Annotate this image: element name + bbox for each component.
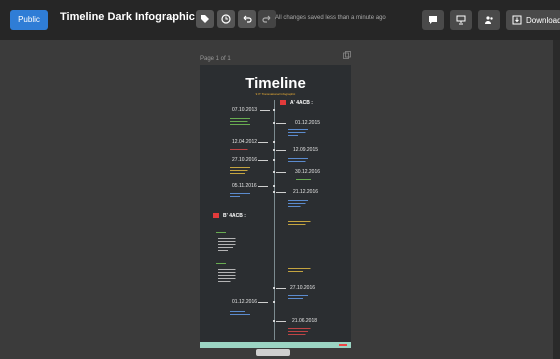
comment-button[interactable]	[422, 10, 444, 30]
flag-icon	[213, 213, 219, 218]
timeline-date: 27.10.2016	[290, 285, 316, 291]
step-paragraph: ▬▬▬▬▬▬▬ ▬▬▬▬▬▬▬ ▬▬▬▬▬▬▬ ▬▬▬▬▬▬ ▬▬▬▬	[218, 237, 236, 252]
timeline-date: 01.12.2016	[232, 299, 258, 305]
timeline-dot	[273, 287, 275, 289]
timeline-connector	[276, 288, 286, 289]
timeline-connector	[276, 321, 286, 322]
timeline-dot	[273, 122, 275, 124]
redo-button[interactable]	[258, 10, 276, 28]
timeline-note: ▬▬▬▬▬▬▬▬▬ ▬▬▬▬▬▬▬▬ ▬▬▬▬▬▬▬	[288, 327, 311, 336]
share-button[interactable]	[478, 10, 500, 30]
timeline-dot	[273, 191, 275, 193]
timeline-dot	[273, 159, 275, 161]
timeline-dot	[273, 185, 275, 187]
timeline-dot	[273, 149, 275, 151]
timeline-date: 12.09.2015	[293, 147, 319, 153]
timeline-note: ▬▬▬▬▬▬▬▬ ▬▬▬▬▬▬▬ ▬▬▬▬▬▬▬▬	[230, 117, 250, 126]
timeline-note: ▬▬▬▬▬▬▬▬▬ ▬▬▬▬▬▬▬	[288, 220, 311, 226]
timeline-note: ▬▬▬▬▬▬▬▬ ▬▬▬▬▬▬▬ ▬▬▬▬	[288, 128, 308, 137]
timeline-note: ▬▬▬▬▬▬	[296, 178, 311, 181]
timeline-connector	[258, 302, 268, 303]
step-paragraph: ▬▬▬▬▬▬▬ ▬▬▬▬▬▬▬ ▬▬▬▬▬▬▬ ▬▬▬▬▬▬▬ ▬▬▬▬▬	[218, 268, 236, 283]
timeline-note: ▬▬▬▬▬▬▬▬▬▬▬▬▬▬▬	[288, 157, 308, 163]
footer-badge	[339, 344, 347, 346]
timeline-dot	[273, 320, 275, 322]
undo-button[interactable]	[238, 10, 256, 28]
comment-icon	[429, 16, 437, 24]
chevron-down-icon[interactable]: ⌵	[167, 12, 174, 23]
public-button[interactable]: Public	[10, 10, 48, 30]
infographic-subtitle: 9 IT Transnational Infographic	[255, 92, 296, 96]
undo-icon	[243, 15, 252, 23]
timeline-connector	[260, 110, 270, 111]
timeline-note: ▬▬▬▬▬▬▬	[230, 148, 248, 151]
timeline-connector	[276, 150, 286, 151]
timeline-connector	[258, 186, 268, 187]
step-label: ▬▬▬▬	[216, 262, 226, 265]
timeline-note: ▬▬▬▬▬▬▬▬▬▬▬▬▬▬▬	[288, 267, 311, 273]
timeline-date: 27.10.2016	[232, 157, 258, 163]
download-icon	[512, 15, 522, 25]
timeline-dot	[273, 171, 275, 173]
timeline-date: 05.11.2016	[232, 183, 257, 189]
monitor-icon	[456, 15, 466, 25]
top-toolbar: Public Timeline Dark Infographic ⌵ All c…	[0, 0, 560, 40]
timeline-dot	[273, 301, 275, 303]
timeline-dot	[273, 109, 275, 111]
timeline-note: ▬▬▬▬▬▬▬▬ ▬▬▬▬	[230, 192, 250, 198]
timeline-connector	[276, 172, 286, 173]
timeline-connector	[276, 123, 286, 124]
infographic-title: Timeline	[245, 75, 306, 92]
present-button[interactable]	[450, 10, 472, 30]
step-label: ▬▬▬▬	[216, 231, 226, 234]
tag-icon	[201, 15, 209, 23]
page-label: Page 1 of 1	[200, 56, 231, 62]
history-button[interactable]	[217, 10, 235, 28]
download-button[interactable]: Download	[506, 10, 560, 30]
timeline-connector	[276, 192, 286, 193]
infographic-footer	[200, 342, 351, 348]
timeline-note: ▬▬▬▬▬▬▬▬▬▬▬▬▬▬	[230, 310, 250, 316]
section-b-heading: B' 4ACB :	[223, 213, 246, 219]
right-panel-edge[interactable]	[553, 40, 560, 359]
timeline-date: 21.12.2016	[293, 189, 319, 195]
tag-button[interactable]	[196, 10, 214, 28]
timeline-dot	[273, 141, 275, 143]
redo-icon	[262, 15, 271, 23]
page-scroll-handle[interactable]	[256, 349, 290, 356]
users-icon	[485, 16, 493, 24]
timeline-connector	[258, 142, 268, 143]
timeline-date: 12.04.2012	[232, 139, 258, 145]
duplicate-page-icon[interactable]	[343, 51, 351, 59]
timeline-date: 30.12.2016	[295, 169, 321, 175]
infographic-page[interactable]: Timeline 9 IT Transnational Infographic …	[200, 65, 351, 348]
timeline-date: 21.06.2018	[292, 318, 318, 324]
download-label: Download	[526, 15, 560, 25]
timeline-note: ▬▬▬▬▬▬▬▬▬▬▬▬▬▬	[288, 294, 308, 300]
timeline-note: ▬▬▬▬▬▬▬▬ ▬▬▬▬▬▬▬ ▬▬▬▬▬▬	[230, 166, 250, 175]
timeline-spine	[274, 100, 275, 340]
timeline-connector	[258, 160, 268, 161]
document-title[interactable]: Timeline Dark Infographic	[60, 11, 195, 23]
timeline-note: ▬▬▬▬▬▬▬▬ ▬▬▬▬▬▬▬ ▬▬▬▬▬	[288, 199, 308, 208]
timeline-date: 01.12.2015	[295, 120, 321, 126]
timeline-date: 07.10.2013	[232, 107, 258, 113]
clock-icon	[221, 14, 231, 24]
save-status: All changes saved less than a minute ago	[275, 15, 386, 21]
flag-icon	[280, 100, 286, 105]
section-a-heading: A' 4ACB :	[290, 100, 313, 106]
